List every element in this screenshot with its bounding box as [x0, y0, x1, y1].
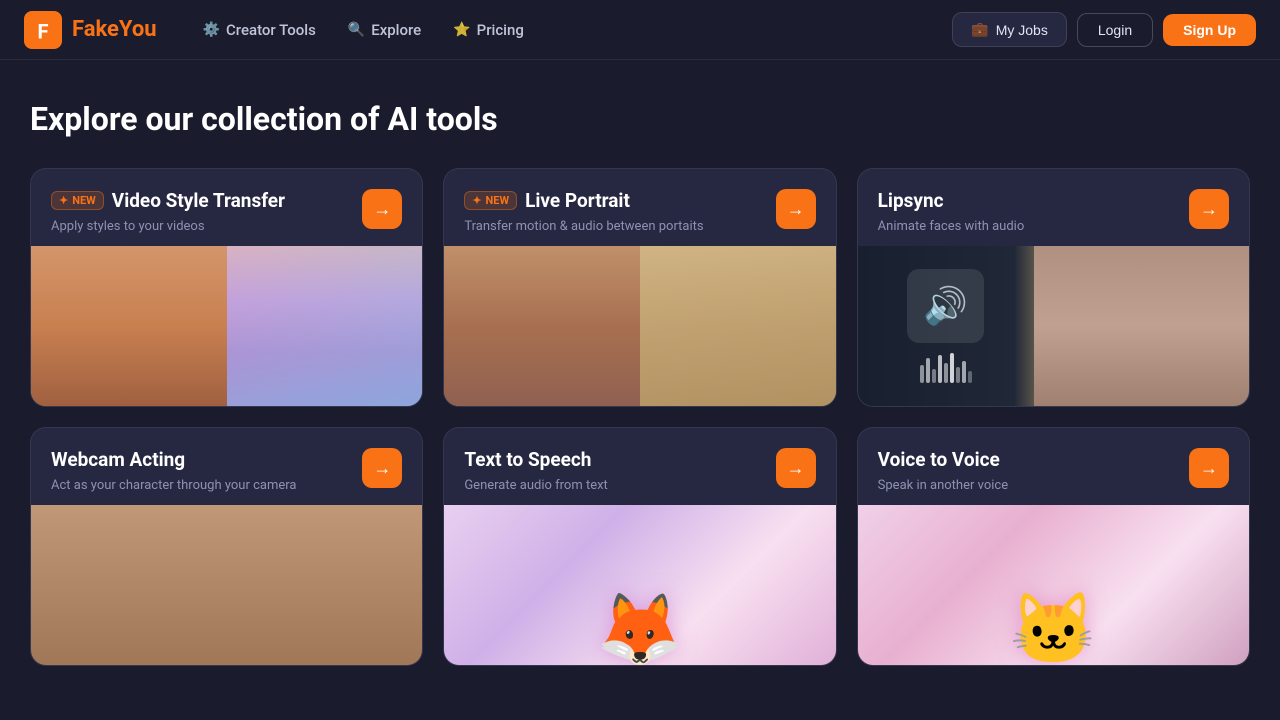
briefcase-icon: 💼	[971, 21, 988, 38]
card-arrow-btn-tts[interactable]: →	[776, 448, 816, 488]
page-title: Explore our collection of AI tools	[30, 100, 1250, 138]
svg-text:F: F	[38, 19, 49, 43]
logo-text: FakeYou	[72, 17, 157, 42]
card-title-area-tts: Text to Speech Generate audio from text	[464, 448, 607, 495]
main-content: Explore our collection of AI tools ✦ NEW…	[0, 60, 1280, 696]
card-subtitle-ls: Animate faces with audio	[878, 218, 1025, 236]
sparkle-icon-lp: ✦	[472, 194, 481, 207]
card-title-lp: Live Portrait	[525, 189, 630, 212]
sparkle-icon-vst: ✦	[59, 194, 68, 207]
card-title-area-v2v: Voice to Voice Speak in another voice	[878, 448, 1008, 495]
tool-card-webcam: Webcam Acting Act as your character thro…	[30, 427, 423, 666]
card-arrow-btn-ls[interactable]: →	[1189, 189, 1229, 229]
card-image-wc	[31, 505, 422, 665]
card-title-ls: Lipsync	[878, 189, 1025, 212]
card-arrow-btn-wc[interactable]: →	[362, 448, 402, 488]
pricing-icon: ⭐	[453, 22, 470, 38]
card-subtitle-tts: Generate audio from text	[464, 477, 607, 495]
tool-card-live-portrait: ✦ NEW Live Portrait Transfer motion & au…	[443, 168, 836, 407]
card-header-ls: Lipsync Animate faces with audio →	[858, 169, 1249, 246]
card-title-area-ls: Lipsync Animate faces with audio	[878, 189, 1025, 236]
card-header-vst: ✦ NEW Video Style Transfer Apply styles …	[31, 169, 422, 246]
tool-card-tts: Text to Speech Generate audio from text …	[443, 427, 836, 666]
new-badge-vst: ✦ NEW	[51, 191, 104, 210]
nav-right: 💼 My Jobs Login Sign Up	[952, 12, 1256, 47]
card-image-ls: 🔊	[858, 246, 1249, 406]
card-header-wc: Webcam Acting Act as your character thro…	[31, 428, 422, 505]
card-title-area-lp: ✦ NEW Live Portrait Transfer motion & au…	[464, 189, 703, 236]
card-title-area-vst: ✦ NEW Video Style Transfer Apply styles …	[51, 189, 285, 236]
card-header-lp: ✦ NEW Live Portrait Transfer motion & au…	[444, 169, 835, 246]
nav-creator-tools[interactable]: ⚙️ Creator Tools	[189, 14, 330, 46]
nav-pricing[interactable]: ⭐ Pricing	[439, 14, 538, 46]
card-arrow-btn-lp[interactable]: →	[776, 189, 816, 229]
card-image-vst	[31, 246, 422, 406]
card-title-area-wc: Webcam Acting Act as your character thro…	[51, 448, 297, 495]
navbar: F FakeYou ⚙️ Creator Tools 🔍 Explore ⭐ P…	[0, 0, 1280, 60]
card-title-tts: Text to Speech	[464, 448, 607, 471]
creator-tools-icon: ⚙️	[203, 22, 220, 38]
card-image-lp	[444, 246, 835, 406]
new-badge-lp: ✦ NEW	[464, 191, 517, 210]
signup-button[interactable]: Sign Up	[1163, 14, 1256, 46]
card-arrow-btn-v2v[interactable]: →	[1189, 448, 1229, 488]
tool-card-v2v: Voice to Voice Speak in another voice → …	[857, 427, 1250, 666]
card-header-v2v: Voice to Voice Speak in another voice →	[858, 428, 1249, 505]
tool-card-lipsync: Lipsync Animate faces with audio → 🔊	[857, 168, 1250, 407]
logo[interactable]: F FakeYou	[24, 11, 157, 49]
nav-explore[interactable]: 🔍 Explore	[334, 14, 435, 46]
card-subtitle-lp: Transfer motion & audio between portaits	[464, 218, 703, 236]
card-arrow-btn-vst[interactable]: →	[362, 189, 402, 229]
card-title-wc: Webcam Acting	[51, 448, 297, 471]
card-title-v2v: Voice to Voice	[878, 448, 1008, 471]
nav-links: ⚙️ Creator Tools 🔍 Explore ⭐ Pricing	[189, 14, 953, 46]
login-button[interactable]: Login	[1077, 13, 1153, 47]
card-title-vst: Video Style Transfer	[112, 189, 285, 212]
card-title-row-lp: ✦ NEW Live Portrait	[464, 189, 703, 212]
tools-grid: ✦ NEW Video Style Transfer Apply styles …	[30, 168, 1250, 666]
explore-icon: 🔍	[348, 22, 365, 38]
card-header-tts: Text to Speech Generate audio from text …	[444, 428, 835, 505]
card-subtitle-vst: Apply styles to your videos	[51, 218, 285, 236]
card-image-tts: 🦊	[444, 505, 835, 665]
my-jobs-button[interactable]: 💼 My Jobs	[952, 12, 1067, 47]
card-image-v2v: 🐱	[858, 505, 1249, 665]
tool-card-video-style-transfer: ✦ NEW Video Style Transfer Apply styles …	[30, 168, 423, 407]
card-title-row-vst: ✦ NEW Video Style Transfer	[51, 189, 285, 212]
card-subtitle-v2v: Speak in another voice	[878, 477, 1008, 495]
card-subtitle-wc: Act as your character through your camer…	[51, 477, 297, 495]
